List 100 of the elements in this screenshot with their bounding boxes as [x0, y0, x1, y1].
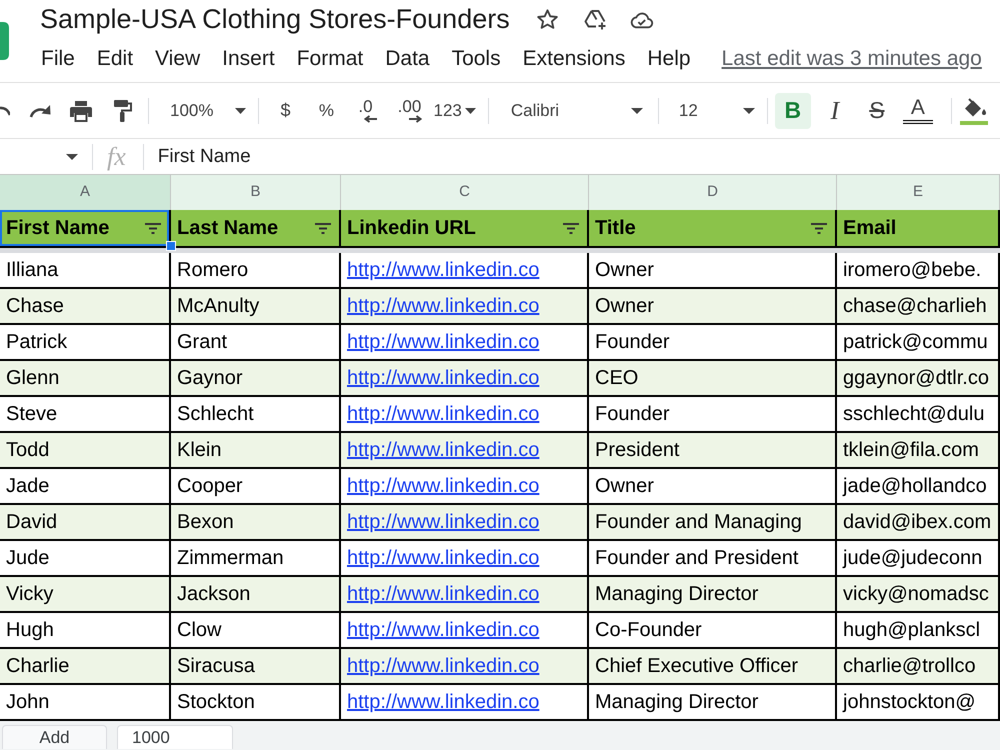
link-cell[interactable]: http://www.linkedin.co [341, 361, 589, 397]
formula-field[interactable]: First Name [158, 147, 1000, 166]
table-cell: Stockton [171, 685, 341, 721]
number-format-dropdown[interactable]: 123 [433, 92, 476, 128]
table-cell: Founder [589, 325, 837, 361]
link-cell[interactable]: http://www.linkedin.co [341, 613, 589, 649]
font-size-dropdown[interactable]: 12 [662, 92, 763, 128]
cloud-check-icon[interactable] [628, 10, 654, 29]
table-cell: Managing Director [589, 685, 837, 721]
table-cell: iromero@bebe. [837, 253, 1000, 289]
link-cell[interactable]: http://www.linkedin.co [341, 505, 589, 541]
last-edit-link[interactable]: Last edit was 3 minutes ago [722, 48, 982, 68]
link-cell[interactable]: http://www.linkedin.co [341, 325, 589, 361]
arrow-right-icon [409, 115, 424, 123]
row-count-field[interactable]: 1000 [117, 725, 233, 749]
add-button[interactable]: Add [2, 725, 107, 749]
logo-icon[interactable] [0, 22, 9, 60]
increase-decimals-button[interactable]: .00 [391, 92, 428, 128]
decrease-decimals-button[interactable]: .0 [349, 92, 382, 128]
percent-button[interactable]: % [313, 92, 340, 128]
menu-item[interactable]: Edit [86, 44, 144, 72]
link-cell[interactable]: http://www.linkedin.co [341, 433, 589, 469]
font-size-value: 12 [678, 102, 698, 119]
header-cell[interactable]: Linkedin URL [341, 210, 589, 248]
strikethrough-button[interactable]: S [858, 92, 895, 128]
table-cell: Owner [589, 289, 837, 325]
table-cell: sschlecht@dulu [837, 397, 1000, 433]
table-cell: Illiana [0, 253, 171, 289]
caret-icon[interactable] [66, 154, 78, 160]
table-cell: johnstockton@ [837, 685, 1000, 721]
menu-item[interactable]: View [144, 44, 212, 72]
table-cell: Owner [589, 469, 837, 505]
bold-button[interactable]: B [774, 92, 811, 128]
table-cell: patrick@commu [837, 325, 1000, 361]
link-cell[interactable]: http://www.linkedin.co [341, 469, 589, 505]
paint-roller-icon[interactable] [112, 98, 132, 122]
star-icon[interactable] [536, 8, 559, 31]
menu-item[interactable]: Tools [440, 44, 512, 72]
column-header[interactable]: E [837, 175, 1000, 210]
link-cell[interactable]: http://www.linkedin.co [341, 649, 589, 685]
header-text: Linkedin URL [347, 218, 476, 238]
menu-item[interactable]: Extensions [512, 44, 636, 72]
link-cell[interactable]: http://www.linkedin.co [341, 253, 589, 289]
number-format-label: 123 [433, 102, 462, 119]
document-title[interactable]: Sample-USA Clothing Stores-Founders [30, 6, 510, 33]
table-cell: Vicky [0, 577, 171, 613]
table-cell: Chase [0, 289, 171, 325]
table-cell: Jude [0, 541, 171, 577]
menu-item[interactable]: Data [374, 44, 441, 72]
link-cell[interactable]: http://www.linkedin.co [341, 685, 589, 721]
fill-color-icon[interactable] [960, 96, 988, 126]
table-cell: Romero [171, 253, 341, 289]
table-cell: Klein [171, 433, 341, 469]
link-cell[interactable]: http://www.linkedin.co [341, 289, 589, 325]
fill-handle[interactable] [166, 241, 176, 251]
zoom-dropdown[interactable]: 100% [159, 92, 252, 128]
text-color-button[interactable]: A [900, 92, 936, 128]
redo-icon[interactable] [28, 102, 52, 118]
font-dropdown[interactable]: Calibri [492, 92, 653, 128]
link-cell[interactable]: http://www.linkedin.co [341, 577, 589, 613]
header-text: First Name [6, 218, 110, 238]
menu-item[interactable]: Format [286, 44, 374, 72]
table-cell: Chief Executive Officer [589, 649, 837, 685]
table-cell: CEO [589, 361, 837, 397]
column-header[interactable]: A [0, 175, 171, 210]
italic-button[interactable]: I [816, 92, 853, 128]
table-cell: Jade [0, 469, 171, 505]
table-cell: McAnulty [171, 289, 341, 325]
table-cell: charlie@trollco [837, 649, 1000, 685]
menu-item[interactable]: File [30, 44, 86, 72]
link-cell[interactable]: http://www.linkedin.co [341, 397, 589, 433]
header-cell[interactable]: Last Name [171, 210, 341, 248]
table-cell: jude@judeconn [837, 541, 1000, 577]
filter-icon[interactable] [145, 222, 161, 234]
zoom-value: 100% [170, 102, 214, 119]
arrow-left-icon [363, 115, 378, 123]
triangle-plus-icon[interactable] [582, 8, 607, 30]
header-cell[interactable]: Email [837, 210, 1000, 248]
header-cell[interactable]: First Name [0, 210, 171, 248]
print-icon[interactable] [69, 100, 93, 122]
menu-item[interactable]: Help [636, 44, 702, 72]
caret-icon [742, 108, 755, 114]
filter-icon[interactable] [811, 222, 827, 234]
caret-icon [464, 108, 476, 114]
column-header[interactable]: C [341, 175, 589, 210]
table-cell: President [589, 433, 837, 469]
menu-item[interactable]: Insert [211, 44, 286, 72]
table-cell: Owner [589, 253, 837, 289]
table-cell: david@ibex.com [837, 505, 1000, 541]
filter-icon[interactable] [315, 222, 331, 234]
column-header[interactable]: D [589, 175, 837, 210]
table-cell: ggaynor@dtlr.co [837, 361, 1000, 397]
caret-icon [630, 108, 643, 114]
table-cell: Co-Founder [589, 613, 837, 649]
filter-icon[interactable] [563, 222, 579, 234]
column-header[interactable]: B [171, 175, 341, 210]
header-cell[interactable]: Title [589, 210, 837, 248]
currency-button[interactable]: $ [272, 92, 298, 128]
link-cell[interactable]: http://www.linkedin.co [341, 541, 589, 577]
table-cell: tklein@fila.com [837, 433, 1000, 469]
